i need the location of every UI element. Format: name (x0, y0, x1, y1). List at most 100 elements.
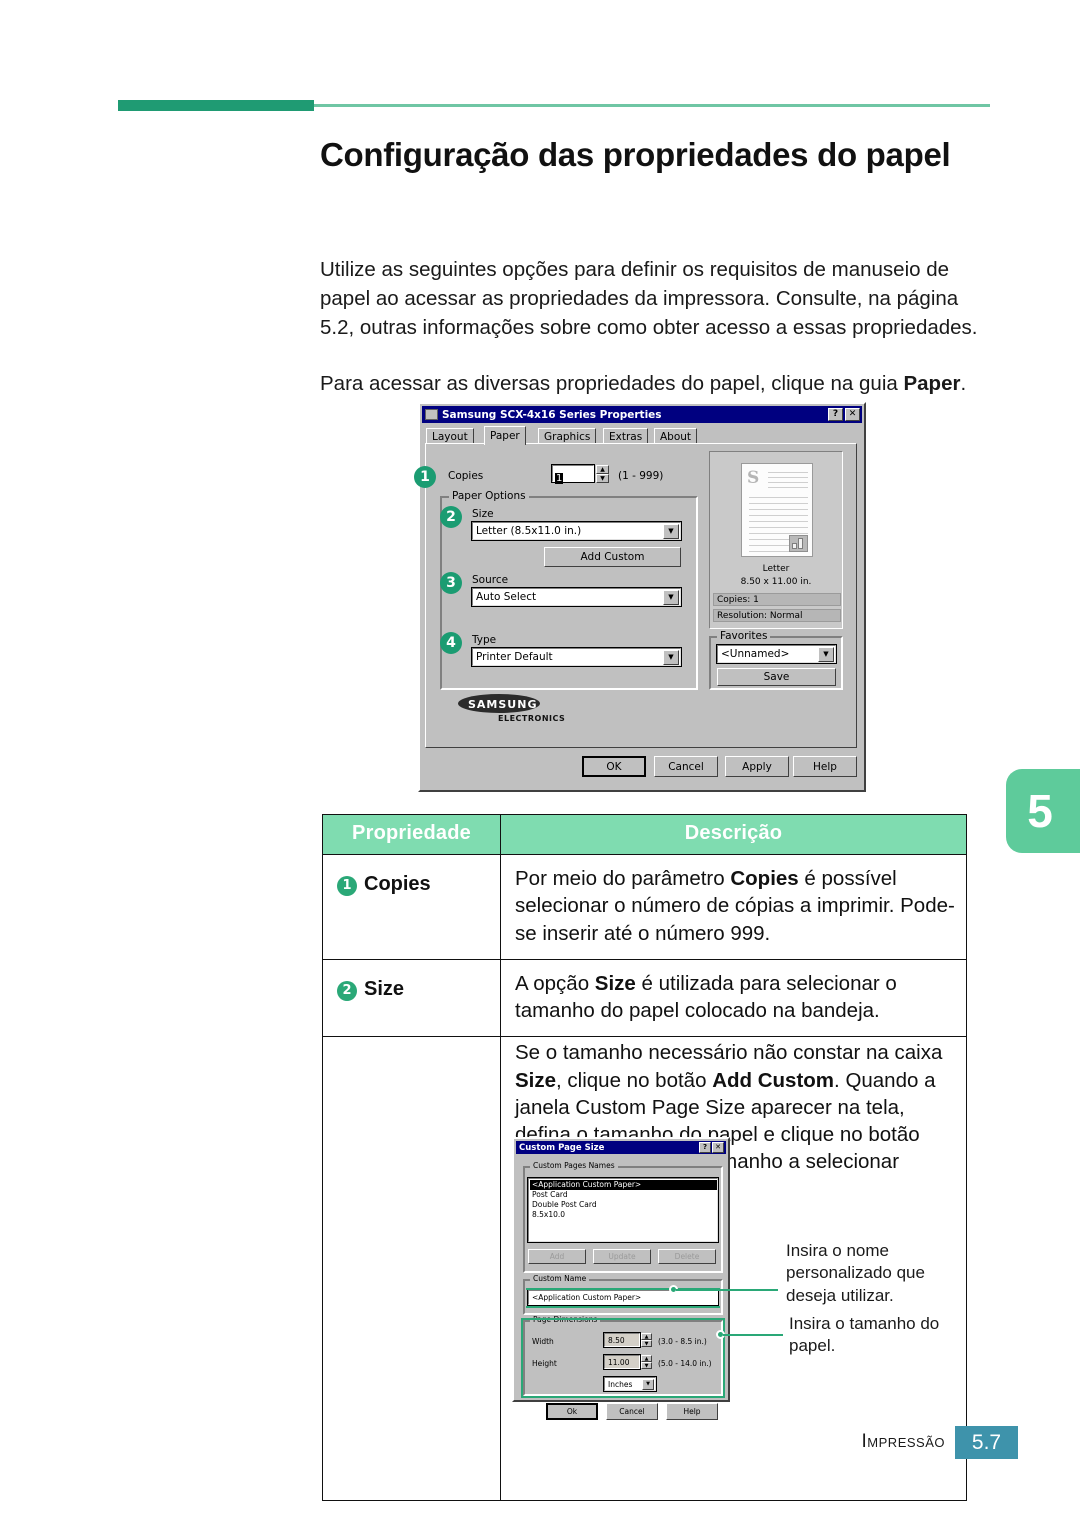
width-input[interactable]: 8.50 (603, 1332, 641, 1348)
printer-icon (425, 409, 438, 420)
printer-dialog-titlebar: Samsung SCX-4x16 Series Properties ? ✕ (422, 406, 862, 423)
tab-layout[interactable]: Layout (426, 428, 474, 444)
chevron-down-icon[interactable]: ▼ (642, 1378, 654, 1390)
close-icon[interactable]: ✕ (845, 408, 860, 421)
help-button[interactable]: Help (793, 756, 857, 777)
custom-name-input[interactable]: <Application Custom Paper> (527, 1289, 719, 1306)
cancel-button[interactable]: Cancel (654, 756, 718, 777)
help-button[interactable]: Help (666, 1403, 718, 1420)
close-icon[interactable]: ✕ (712, 1142, 724, 1153)
height-range-hint: (5.0 - 14.0 in.) (658, 1359, 712, 1368)
row-copies-property: 1 Copies (322, 854, 501, 960)
height-spinner-down[interactable]: ▼ (641, 1362, 652, 1369)
samsung-wordmark: SAMSUNG (468, 698, 538, 711)
paper-options-group-label: Paper Options (449, 490, 529, 502)
favorites-combobox-value: <Unnamed> (721, 648, 790, 660)
favorites-save-button[interactable]: Save (717, 668, 836, 686)
width-input-value: 8.50 (608, 1336, 625, 1345)
tab-paper-label: Paper (490, 430, 520, 442)
tab-graphics-label: Graphics (544, 430, 591, 443)
preview-page-thumbnail: S (741, 463, 813, 557)
header-rule-thick (118, 100, 314, 111)
source-label: Source (472, 574, 509, 586)
footer-section-label: Impressão (861, 1431, 945, 1452)
callout-badge-1: 1 (414, 466, 436, 488)
add-custom-name-button[interactable]: Add (528, 1249, 586, 1264)
size-combobox[interactable]: Letter (8.5x11.0 in.) ▼ (471, 521, 682, 541)
help-icon[interactable]: ? (828, 408, 843, 421)
tab-extras[interactable]: Extras (603, 428, 649, 444)
row-copies-label: Copies (364, 873, 431, 895)
page-title: Configuração das propriedades do papel (320, 136, 951, 174)
chevron-down-icon[interactable]: ▼ (663, 523, 679, 539)
custom-name-group-label: Custom Name (530, 1274, 590, 1283)
access-paragraph-text: Para acessar as diversas propriedades do… (320, 371, 904, 395)
source-combobox-value: Auto Select (476, 591, 537, 603)
delete-custom-name-button[interactable]: Delete (658, 1249, 716, 1264)
custom-page-size-dialog[interactable]: Custom Page Size ? ✕ Custom Pages Names … (512, 1137, 730, 1420)
cancel-button[interactable]: Cancel (606, 1403, 658, 1420)
tab-about[interactable]: About (654, 428, 698, 444)
copies-spinner-up[interactable]: ▲ (596, 465, 609, 474)
chevron-down-icon[interactable]: ▼ (663, 589, 679, 605)
chevron-down-icon[interactable]: ▼ (663, 649, 679, 665)
height-input[interactable]: 11.00 (603, 1354, 641, 1370)
custom-page-size-titlebar: Custom Page Size ? ✕ (516, 1141, 726, 1154)
printer-dialog-title-text: Samsung SCX-4x16 Series Properties (442, 408, 662, 421)
list-item[interactable]: Post Card (530, 1190, 717, 1200)
paper-tab-panel: 1 Copies 1 ▲ ▼ (1 - 999) Paper Options 2… (414, 443, 857, 748)
source-combobox[interactable]: Auto Select ▼ (471, 587, 682, 607)
copies-range-hint: (1 - 999) (618, 470, 664, 482)
units-combobox[interactable]: Inches ▼ (603, 1376, 657, 1392)
height-label: Height (532, 1359, 557, 1368)
printer-dialog-tabstrip[interactable]: Paper Layout Graphics Extras About (426, 426, 856, 445)
favorites-combobox[interactable]: <Unnamed> ▼ (716, 644, 837, 664)
tab-paper[interactable]: Paper (484, 426, 526, 445)
preview-letter-s: S (747, 468, 760, 488)
update-custom-name-button[interactable]: Update (593, 1249, 651, 1264)
copies-spinner-down[interactable]: ▼ (596, 474, 609, 483)
type-combobox[interactable]: Printer Default ▼ (471, 647, 682, 667)
row-size-description: A opção Size é utilizada para selecionar… (500, 958, 967, 1038)
help-icon[interactable]: ? (699, 1142, 711, 1153)
callout-badge-3: 3 (440, 572, 462, 594)
custom-name-highlight-bottom (526, 1306, 720, 1308)
copies-label: Copies (448, 470, 484, 482)
copies-input[interactable]: 1 (551, 464, 595, 484)
list-item[interactable]: <Application Custom Paper> (530, 1180, 717, 1190)
width-spinner-up[interactable]: ▲ (641, 1333, 652, 1340)
printer-properties-dialog[interactable]: Samsung SCX-4x16 Series Properties ? ✕ P… (414, 402, 866, 792)
ok-button[interactable]: OK (582, 756, 646, 777)
page-dimensions-group-label: Page Dimensions (530, 1315, 601, 1324)
custom-pages-names-group-label: Custom Pages Names (530, 1161, 618, 1170)
table-row: 1 Copies Por meio do parâmetro Copies é p… (322, 854, 967, 960)
column-header-property: Propriedade (322, 814, 501, 855)
tab-graphics[interactable]: Graphics (538, 428, 597, 444)
type-combobox-value: Printer Default (476, 651, 553, 663)
size-label: Size (472, 508, 494, 520)
list-item[interactable]: 8.5x10.0 (530, 1210, 717, 1220)
chevron-down-icon[interactable]: ▼ (818, 646, 834, 662)
type-label: Type (472, 634, 497, 646)
height-spinner-up[interactable]: ▲ (641, 1355, 652, 1362)
access-paragraph-period: . (960, 371, 967, 395)
size-combobox-value: Letter (8.5x11.0 in.) (476, 525, 582, 537)
custom-pages-names-list[interactable]: <Application Custom Paper> Post Card Dou… (527, 1177, 719, 1243)
paper-tab-reference: Paper (903, 371, 961, 395)
width-label: Width (532, 1337, 554, 1346)
footer-page-number: 5.7 (955, 1426, 1018, 1459)
ok-button[interactable]: Ok (546, 1403, 598, 1420)
preview-size-name: Letter (762, 564, 790, 574)
list-item[interactable]: Double Post Card (530, 1200, 717, 1210)
add-custom-button[interactable]: Add Custom (544, 547, 681, 567)
preview-size-dims: 8.50 x 11.00 in. (740, 577, 812, 587)
width-spinner-down[interactable]: ▼ (641, 1340, 652, 1347)
table-header-row: Propriedade Descrição (322, 814, 967, 855)
page-footer: Impressão 5.7 (0, 1424, 1080, 1464)
preview-resolution-info: Resolution: Normal (713, 609, 841, 622)
tab-extras-label: Extras (609, 430, 643, 443)
apply-button[interactable]: Apply (725, 756, 789, 777)
access-paragraph: Para acessar as diversas propriedades do… (320, 369, 992, 398)
favorites-group-label: Favorites (717, 630, 771, 642)
chapter-tab-marker: 5 (1006, 769, 1080, 853)
